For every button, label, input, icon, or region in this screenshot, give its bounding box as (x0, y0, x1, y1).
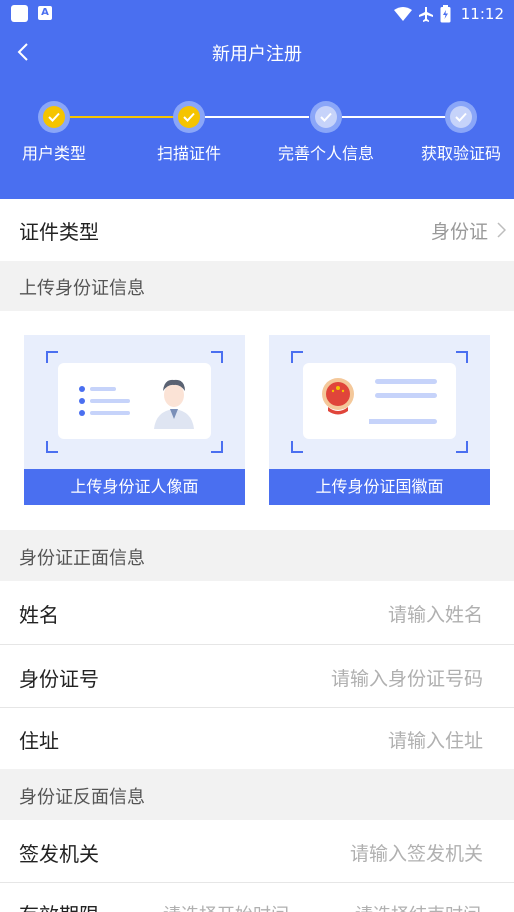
person-portrait-icon (154, 379, 194, 429)
step-label: 用户类型 (21, 144, 86, 163)
back-info-header: 身份证反面信息 (0, 769, 514, 820)
font-icon: A (38, 6, 52, 20)
validity-end-picker[interactable]: 请选择结束时间 (355, 901, 481, 912)
status-bar: A 11:12 (0, 0, 514, 27)
address-field-row[interactable]: 住址 请输入住址 (0, 708, 514, 769)
step-scan: 扫描证件 (129, 98, 249, 164)
id-number-label: 身份证号 (19, 667, 99, 691)
section-title: 上传身份证信息 (19, 278, 145, 299)
front-info-header: 身份证正面信息 (0, 530, 514, 581)
step-label: 完善个人信息 (277, 144, 374, 163)
check-icon (48, 112, 60, 122)
validity-field-row[interactable]: 有效期限 请选择开始时间 请选择结束时间 (0, 883, 514, 912)
upload-front-card[interactable]: 上传身份证人像面 (24, 335, 245, 505)
id-back-illustration (303, 363, 456, 439)
id-number-input[interactable]: 请输入身份证号码 (331, 664, 483, 691)
header: 新用户注册 用户类型 扫描证件 完善个人信息 获取验证码 (0, 27, 514, 199)
address-input[interactable]: 请输入住址 (388, 726, 483, 753)
id-front-illustration (58, 363, 211, 439)
cert-type-label: 证件类型 (19, 220, 99, 244)
address-label: 住址 (19, 729, 59, 753)
authority-input[interactable]: 请输入签发机关 (350, 839, 483, 866)
upload-section-header: 上传身份证信息 (0, 261, 514, 311)
name-field-row[interactable]: 姓名 请输入姓名 (0, 581, 514, 644)
step-user-type: 用户类型 (0, 98, 114, 164)
airplane-icon (418, 6, 433, 22)
step-dot-done (38, 101, 70, 133)
name-input[interactable]: 请输入姓名 (388, 600, 483, 627)
section-title: 身份证正面信息 (19, 548, 145, 569)
upload-front-button[interactable]: 上传身份证人像面 (24, 469, 245, 505)
chevron-right-icon (497, 222, 506, 238)
upload-back-button[interactable]: 上传身份证国徽面 (269, 469, 490, 505)
upload-area: 上传身份证人像面 上传身份证国徽面 (0, 311, 514, 530)
check-icon (320, 112, 332, 122)
validity-start-picker[interactable]: 请选择开始时间 (163, 901, 289, 912)
step-verify-code: 获取验证码 (401, 98, 514, 164)
authority-label: 签发机关 (19, 842, 99, 866)
status-time: 11:12 (460, 4, 504, 23)
upload-back-card[interactable]: 上传身份证国徽面 (269, 335, 490, 505)
name-label: 姓名 (19, 603, 59, 627)
step-dot-pending (310, 101, 342, 133)
id-number-field-row[interactable]: 身份证号 请输入身份证号码 (0, 645, 514, 707)
step-label: 扫描证件 (156, 144, 221, 163)
step-label: 获取验证码 (420, 144, 501, 163)
step-dot-done (173, 101, 205, 133)
step-dot-pending (445, 101, 477, 133)
validity-label: 有效期限 (19, 899, 99, 912)
authority-field-row[interactable]: 签发机关 请输入签发机关 (0, 820, 514, 882)
id-lines-icon (79, 386, 130, 416)
cert-type-value: 身份证 (430, 221, 488, 243)
check-icon (455, 112, 467, 122)
step-progress: 用户类型 扫描证件 完善个人信息 获取验证码 (0, 98, 514, 178)
check-icon (183, 112, 195, 122)
battery-icon (440, 4, 451, 22)
section-title: 身份证反面信息 (19, 787, 145, 808)
id-lines-icon (369, 379, 437, 424)
app-icon (11, 5, 28, 22)
step-personal-info: 完善个人信息 (266, 98, 386, 164)
national-emblem-icon (322, 378, 354, 415)
page-title: 新用户注册 (212, 44, 302, 65)
cert-type-row[interactable]: 证件类型 身份证 (0, 199, 514, 261)
wifi-icon (393, 6, 412, 21)
